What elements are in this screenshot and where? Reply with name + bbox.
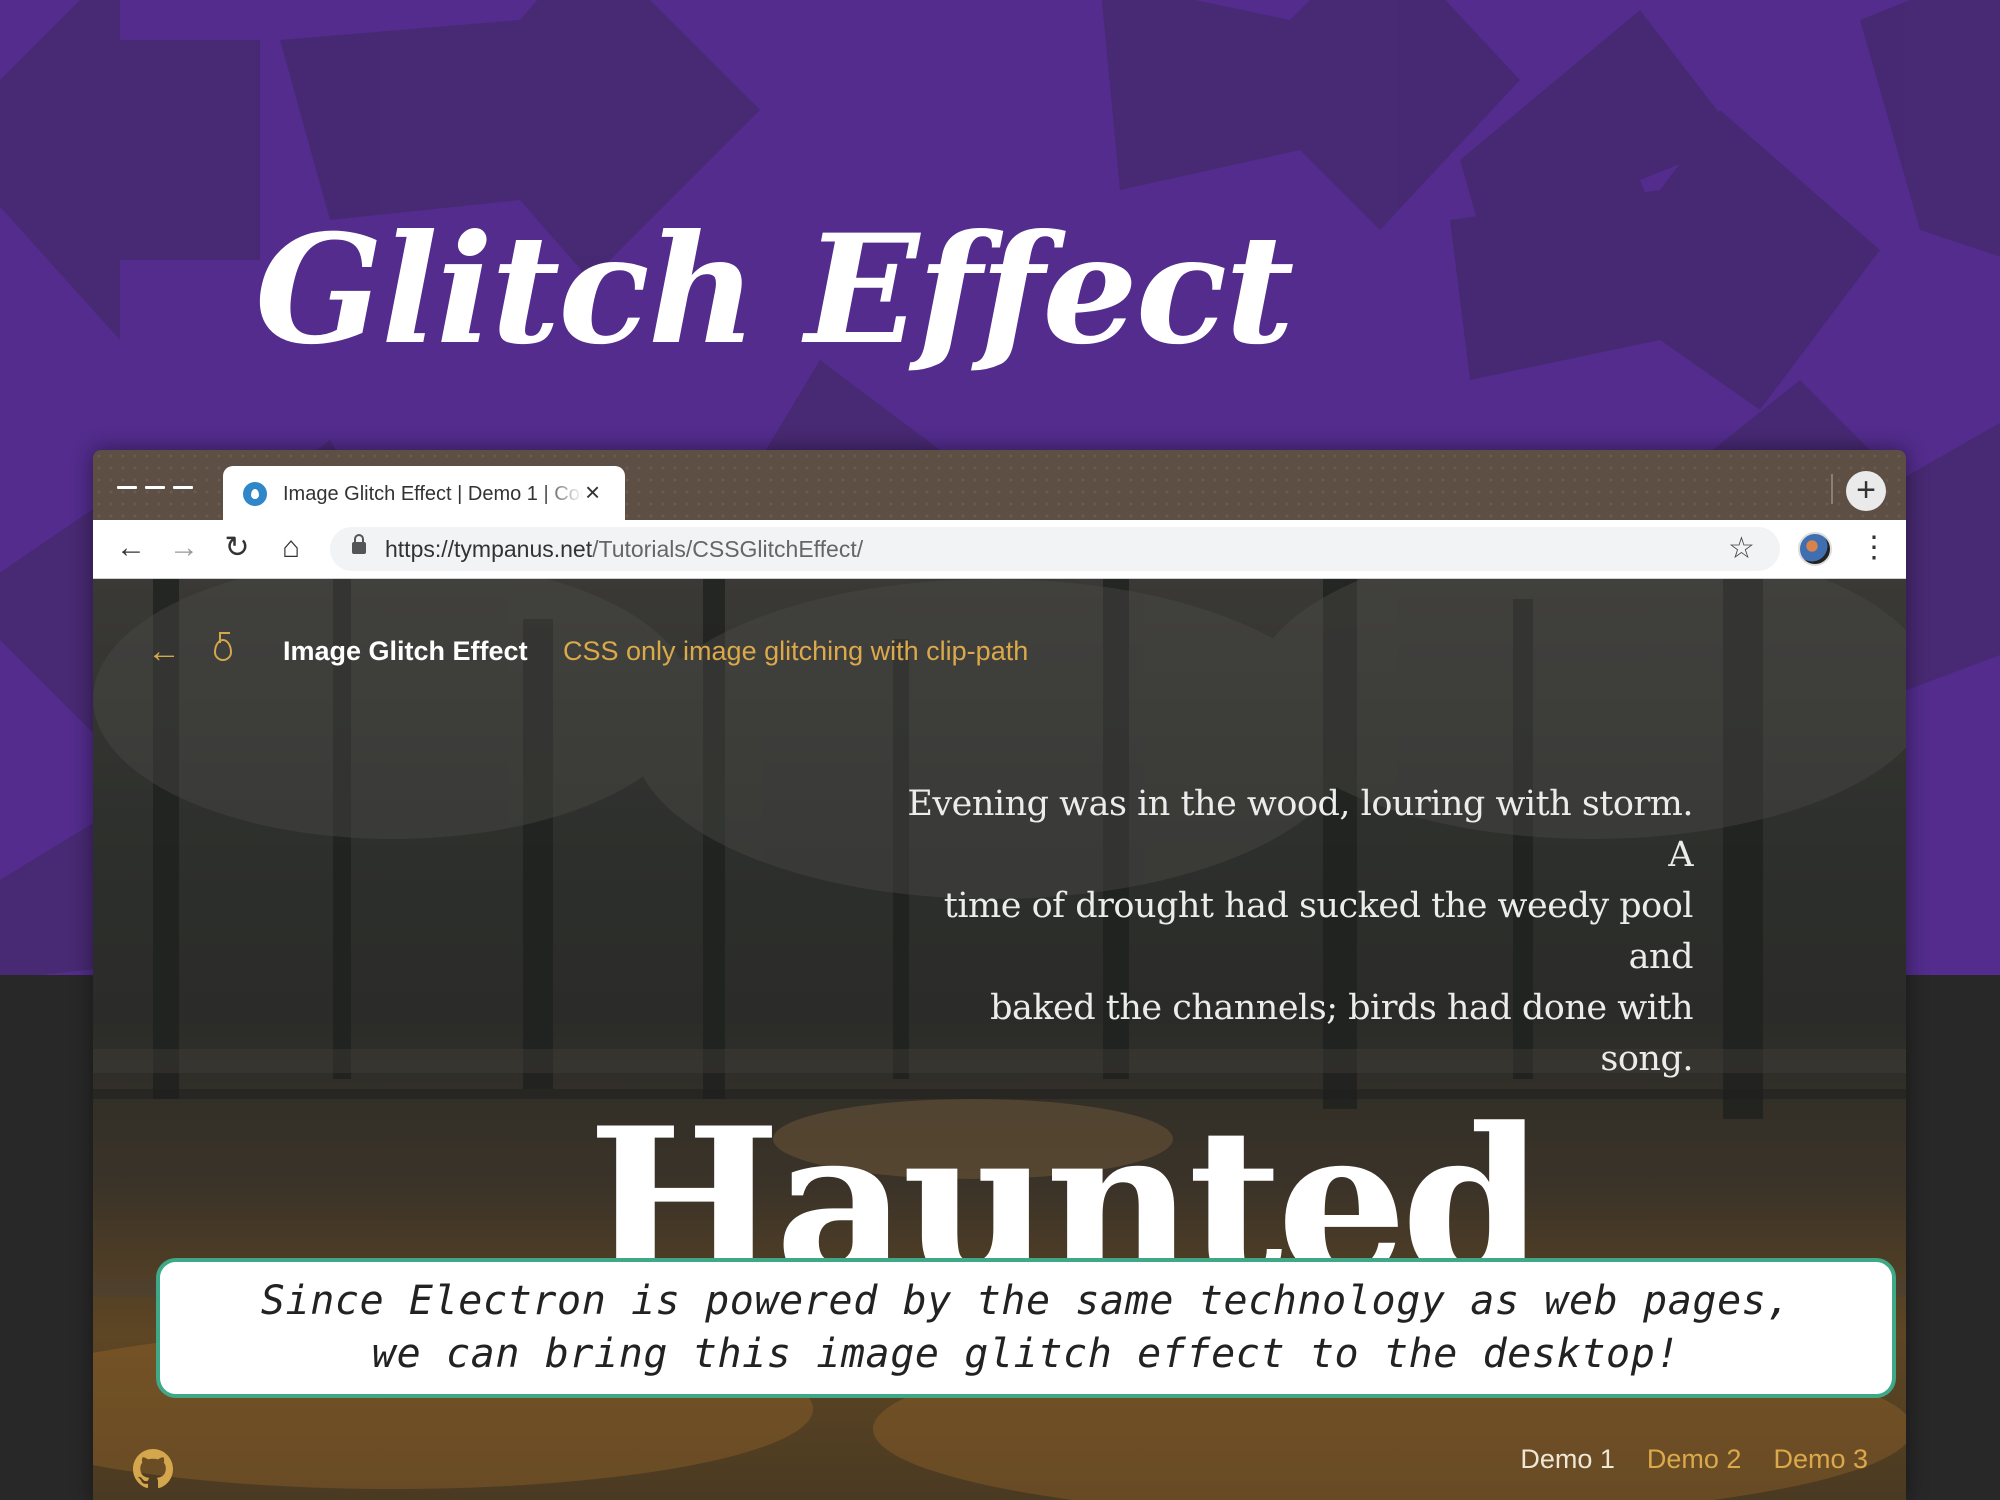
poem-line: Evening was in the wood, louring with st… <box>907 784 1693 875</box>
demo-link[interactable]: Demo 2 <box>1647 1444 1742 1474</box>
window-control[interactable] <box>117 486 137 489</box>
browser-toolbar: ← → ↻ ⌂ https://tympanus.net/Tutorials/C… <box>93 520 1906 579</box>
drop-icon[interactable] <box>214 632 232 661</box>
lock-icon <box>352 534 366 554</box>
reload-icon[interactable]: ↻ <box>219 530 255 566</box>
page-subtitle: CSS only image glitching with clip-path <box>563 636 1029 666</box>
url-host: https://tympanus.net <box>385 536 593 562</box>
window-control[interactable] <box>173 486 193 489</box>
tab-title: Image Glitch Effect | Demo 1 | Codrops <box>283 483 583 505</box>
close-icon[interactable]: × <box>585 477 600 507</box>
browser-tab[interactable]: Image Glitch Effect | Demo 1 | Codrops × <box>223 466 625 522</box>
caption-line: Since Electron is powered by the same te… <box>260 1278 1792 1324</box>
poem-text: Evening was in the wood, louring with st… <box>893 779 1693 1085</box>
plus-icon: + <box>1856 471 1876 509</box>
url-text: https://tympanus.net/Tutorials/CSSGlitch… <box>385 527 863 571</box>
caption-line: we can bring this image glitch effect to… <box>371 1331 1681 1377</box>
tab-bar: Image Glitch Effect | Demo 1 | Codrops ×… <box>93 450 1906 522</box>
back-arrow-icon[interactable]: ← <box>147 631 181 671</box>
more-vert-icon[interactable]: ⋮ <box>1859 530 1889 566</box>
favicon-icon <box>243 482 267 506</box>
star-icon[interactable]: ☆ <box>1728 527 1755 571</box>
poem-line: time of drought had sucked the weedy poo… <box>943 886 1694 977</box>
demo-link[interactable]: Demo 1 <box>1520 1444 1615 1474</box>
github-icon[interactable] <box>133 1449 173 1489</box>
poem-line: baked the channels; birds had done with … <box>990 988 1693 1079</box>
back-arrow-icon[interactable]: ← <box>113 530 149 566</box>
url-path: /Tutorials/CSSGlitchEffect/ <box>592 536 864 562</box>
demo-link[interactable]: Demo 3 <box>1773 1444 1868 1474</box>
demo-nav: Demo 1 Demo 2 Demo 3 <box>1488 1439 1868 1479</box>
new-tab-button[interactable]: + <box>1846 471 1886 511</box>
window-control[interactable] <box>145 486 165 489</box>
avatar[interactable] <box>1798 532 1832 566</box>
tab-divider <box>1831 474 1833 504</box>
forward-arrow-icon[interactable]: → <box>166 530 202 566</box>
page-title: Image Glitch Effect <box>283 636 528 666</box>
address-bar[interactable]: https://tympanus.net/Tutorials/CSSGlitch… <box>330 527 1780 571</box>
hero-title: Glitch Effect <box>255 202 1294 378</box>
home-icon[interactable]: ⌂ <box>273 530 309 566</box>
caption-box: Since Electron is powered by the same te… <box>156 1258 1896 1398</box>
